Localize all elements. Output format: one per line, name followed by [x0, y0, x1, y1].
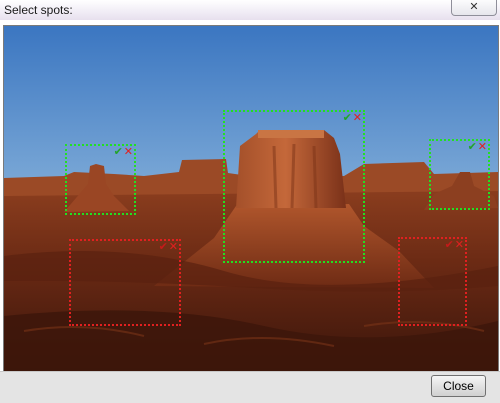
close-button[interactable]: Close	[431, 375, 486, 397]
accept-check-icon[interactable]: ✔	[114, 146, 123, 158]
reject-x-icon[interactable]: ✕	[124, 146, 133, 158]
spot-box-4[interactable]: ✔ ✕	[69, 239, 181, 326]
window-title: Select spots:	[4, 3, 73, 17]
spot-box-5[interactable]: ✔ ✕	[398, 237, 467, 326]
reject-x-icon[interactable]: ✕	[455, 239, 464, 251]
reject-x-icon[interactable]: ✕	[353, 112, 362, 124]
photo-canvas[interactable]: ✔ ✕ ✔ ✕ ✔ ✕ ✔ ✕ ✔ ✕	[3, 25, 499, 373]
spot-box-1[interactable]: ✔ ✕	[65, 144, 136, 215]
accept-check-icon[interactable]: ✔	[468, 141, 477, 153]
reject-x-icon[interactable]: ✕	[169, 241, 178, 253]
window-close-button[interactable]: ✕	[451, 0, 497, 16]
dialog-footer	[0, 371, 500, 403]
accept-check-icon[interactable]: ✔	[445, 239, 454, 251]
select-spots-dialog: Select spots: ✕ ✔ ✕ ✔ ✕ ✔ ✕ ✔ ✕ ✔ ✕ Clos…	[0, 0, 500, 403]
spot-box-3[interactable]: ✔ ✕	[429, 139, 490, 210]
accept-check-icon[interactable]: ✔	[159, 241, 168, 253]
title-bar[interactable]: Select spots: ✕	[0, 0, 500, 20]
reject-x-icon[interactable]: ✕	[478, 141, 487, 153]
close-icon: ✕	[469, 0, 479, 13]
spot-box-2[interactable]: ✔ ✕	[223, 110, 365, 263]
accept-check-icon[interactable]: ✔	[343, 112, 352, 124]
